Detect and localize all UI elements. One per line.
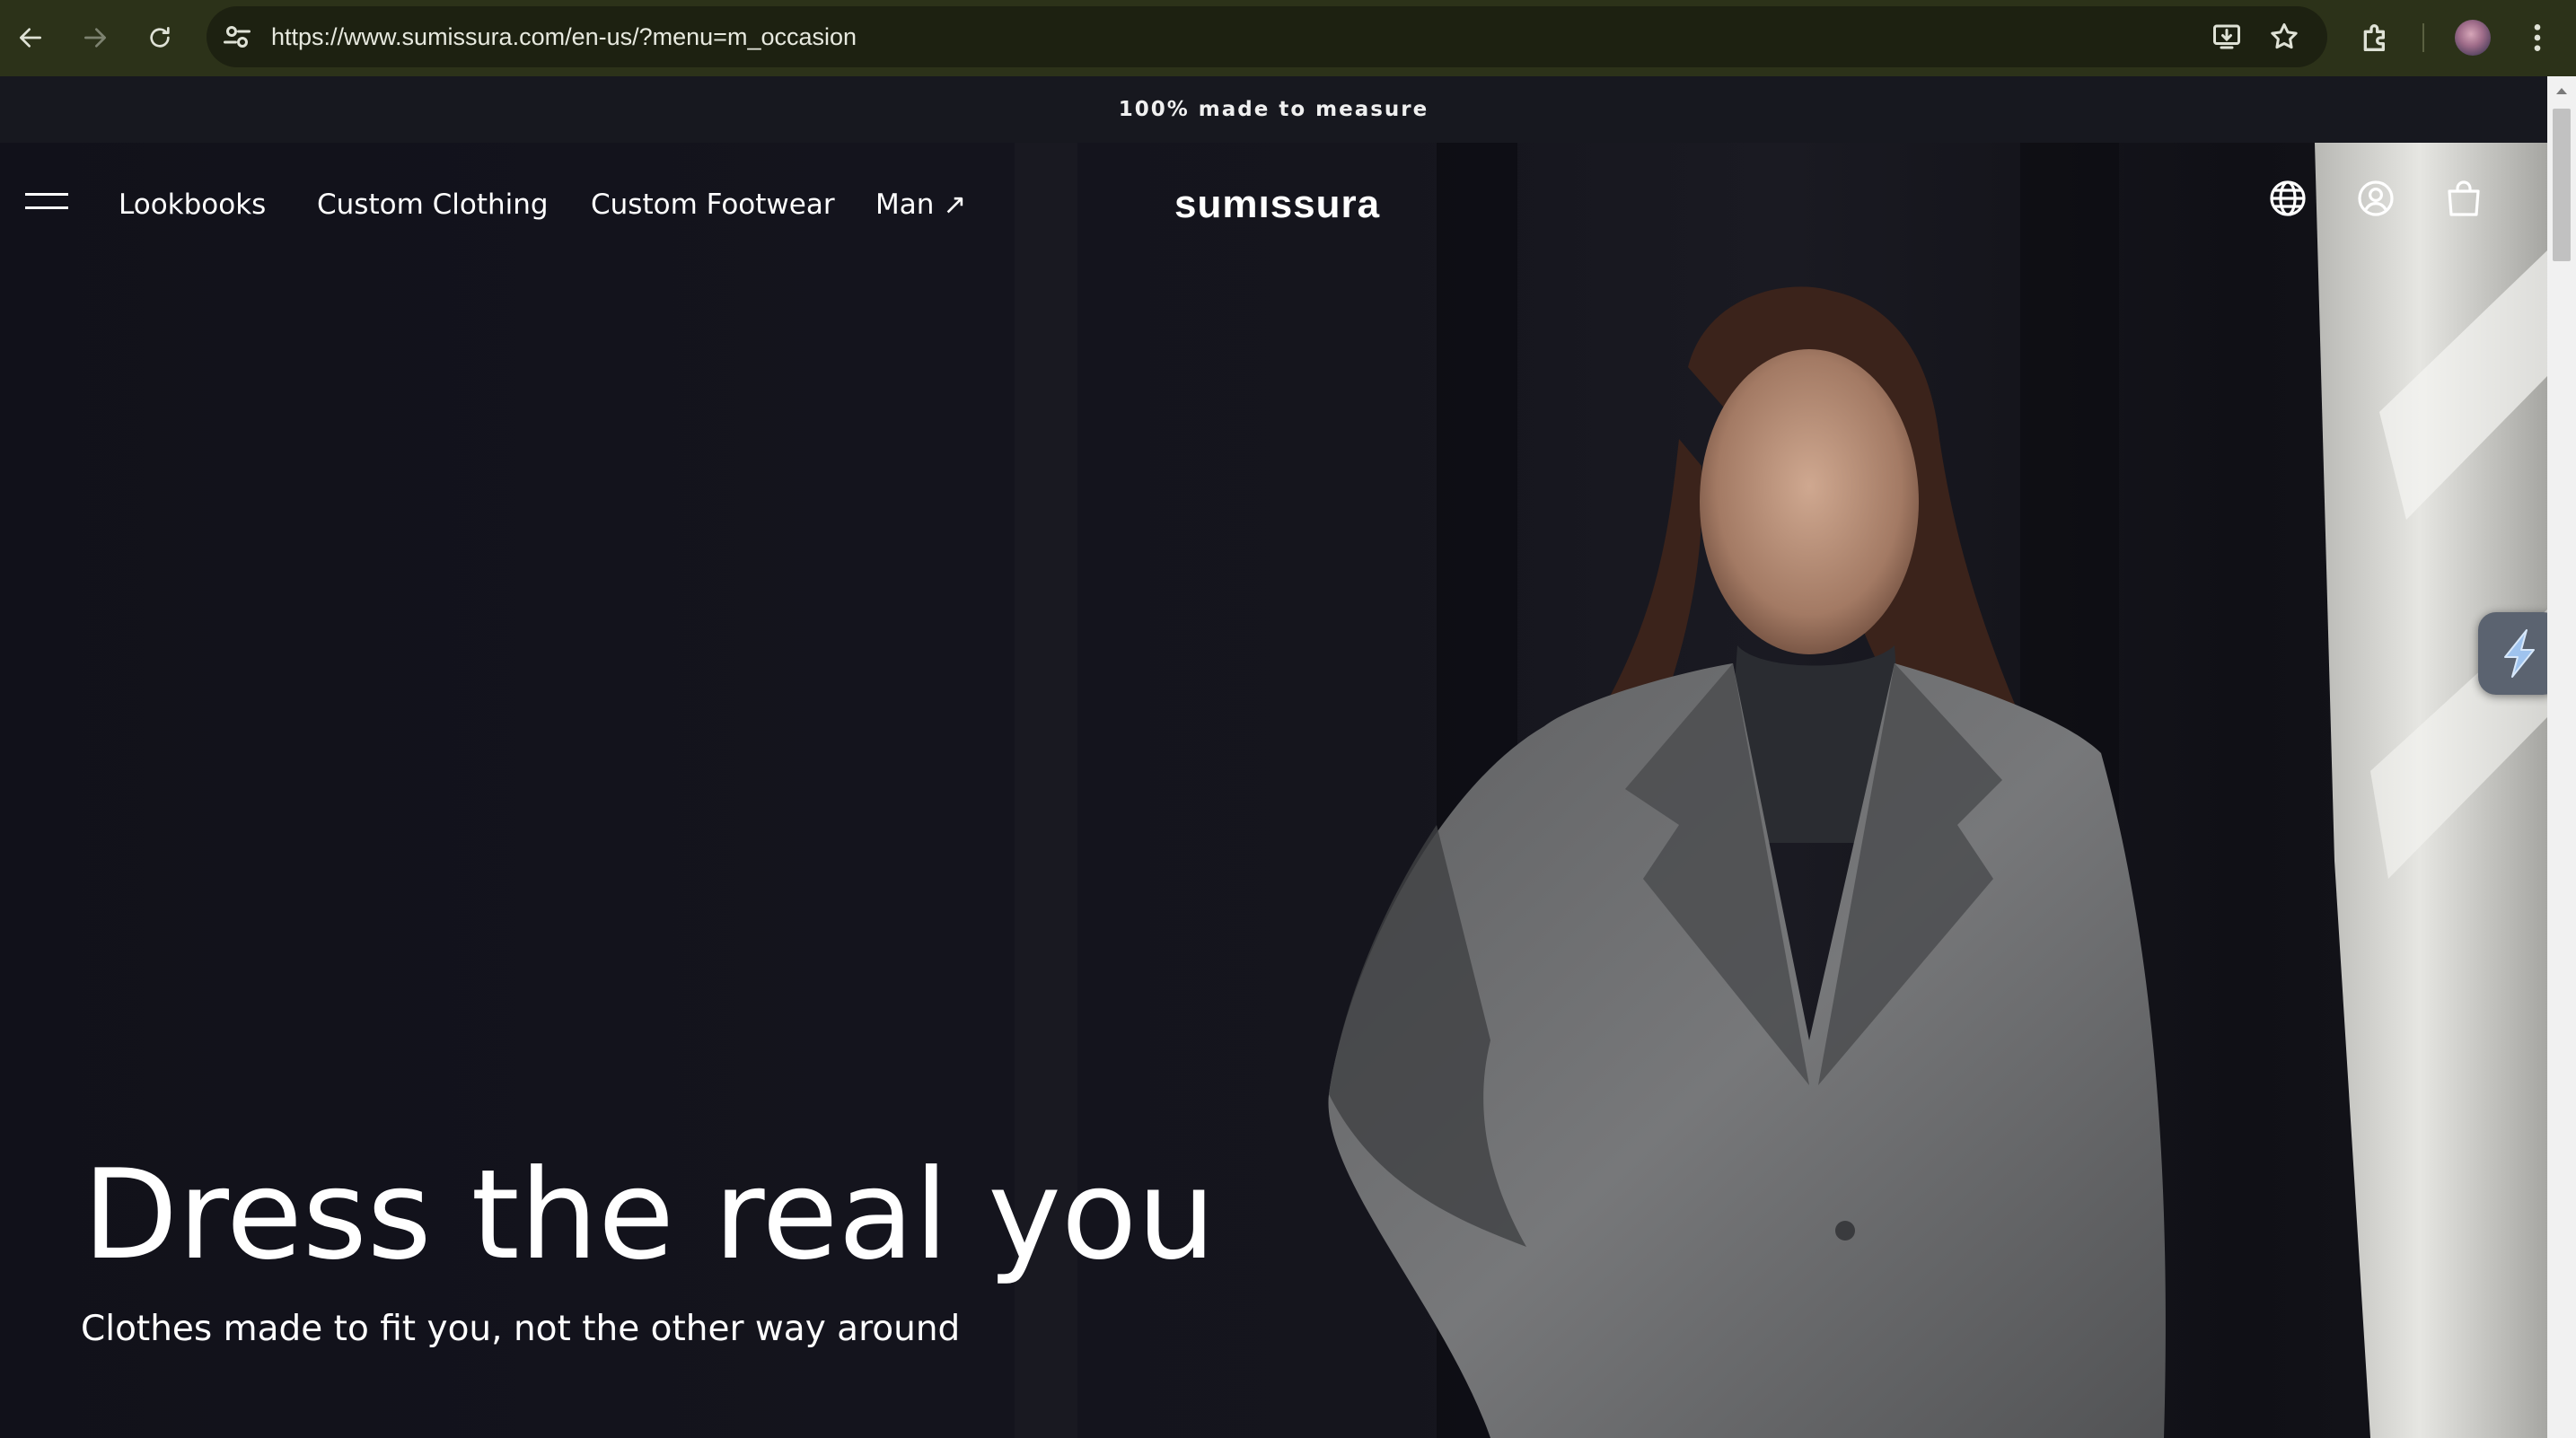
forward-arrow-icon[interactable] [77, 20, 113, 56]
nav-link-custom-clothing[interactable]: Custom Clothing [317, 182, 549, 227]
browser-toolbar: https://www.sumissura.com/en-us/?menu=m_… [0, 0, 2576, 76]
scroll-up-arrow-icon[interactable] [2547, 82, 2576, 100]
profile-avatar[interactable] [2455, 20, 2491, 56]
nav-link-lookbooks[interactable]: Lookbooks [119, 182, 266, 227]
hero-title: Dress the real you [83, 1143, 1216, 1287]
site-settings-icon[interactable] [221, 21, 253, 53]
nav-link-man[interactable]: Man ↗ [875, 182, 966, 227]
extensions-icon[interactable] [2358, 20, 2394, 56]
bookmark-star-icon[interactable] [2268, 21, 2300, 53]
address-bar[interactable]: https://www.sumissura.com/en-us/?menu=m_… [207, 6, 2327, 67]
more-menu-icon[interactable] [2519, 20, 2555, 56]
announcement-bar: 100% made to measure [0, 76, 2547, 143]
back-arrow-icon[interactable] [13, 20, 48, 56]
toolbar-separator [2422, 23, 2424, 52]
web-page: 100% made to measure Lookbooks Custom Cl… [0, 76, 2547, 1438]
account-icon[interactable] [2354, 177, 2397, 220]
shopping-bag-icon[interactable] [2442, 177, 2485, 220]
globe-icon[interactable] [2266, 177, 2309, 220]
hero-section: Lookbooks Custom Clothing Custom Footwea… [0, 143, 2547, 1438]
page-scrollbar[interactable] [2547, 76, 2576, 1438]
url-text[interactable]: https://www.sumissura.com/en-us/?menu=m_… [271, 6, 857, 67]
scrollbar-thumb[interactable] [2553, 109, 2571, 261]
hero-subtitle: Clothes made to fit you, not the other w… [81, 1309, 961, 1349]
site-logo[interactable]: sumıssura [1174, 173, 1380, 236]
install-app-icon[interactable] [2211, 21, 2243, 53]
site-navigation: Lookbooks Custom Clothing Custom Footwea… [0, 143, 2547, 268]
nav-link-custom-footwear[interactable]: Custom Footwear [591, 182, 835, 227]
reload-icon[interactable] [142, 20, 178, 56]
menu-icon[interactable] [25, 193, 68, 224]
